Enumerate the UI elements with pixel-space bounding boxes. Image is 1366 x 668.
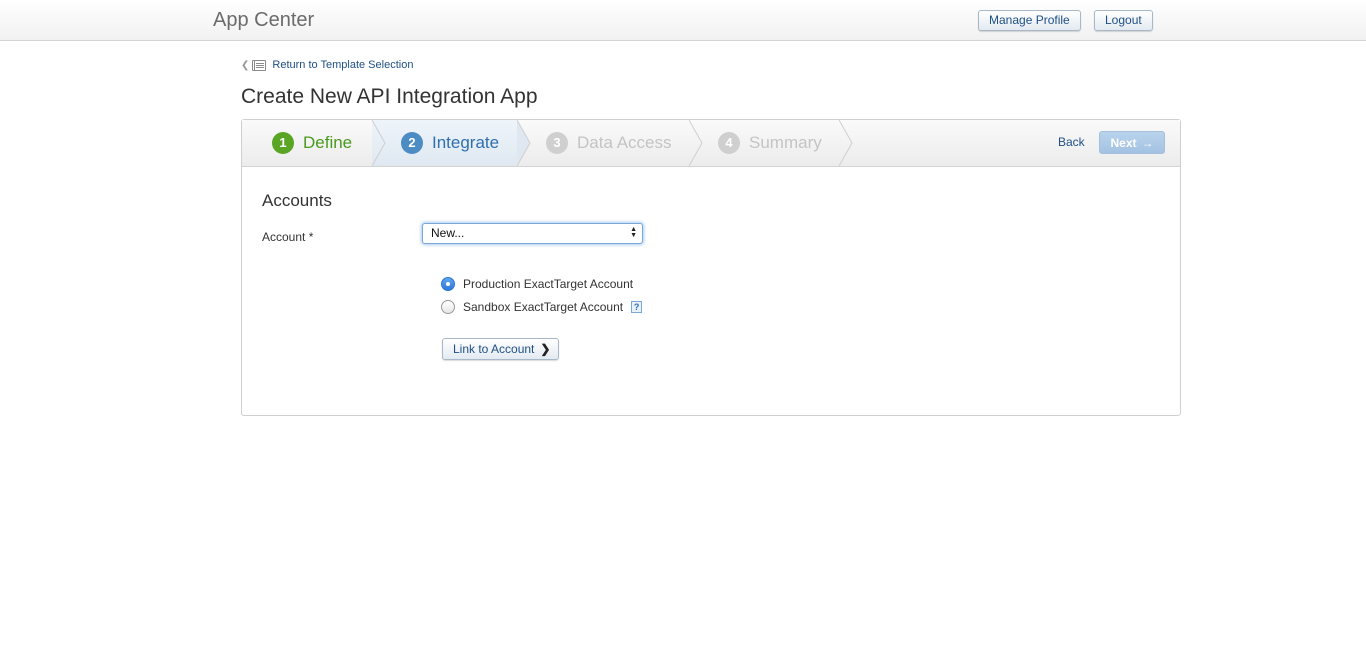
step-separator-icon	[517, 120, 531, 166]
app-title: App Center	[213, 9, 315, 31]
page-title: Create New API Integration App	[241, 85, 538, 108]
step-separator-icon	[372, 120, 386, 166]
step-label: Data Access	[577, 133, 672, 152]
radio-production-account[interactable]: Production ExactTarget Account	[441, 275, 633, 293]
radio-sandbox-account[interactable]: Sandbox ExactTarget Account ?	[441, 298, 643, 316]
step-separator-icon	[839, 120, 853, 166]
return-link-label[interactable]: Return to Template Selection	[272, 59, 413, 71]
help-icon[interactable]: ?	[631, 301, 643, 313]
account-select-value: New...	[431, 226, 465, 240]
next-button-label: Next	[1110, 135, 1137, 150]
step-label: Define	[303, 133, 353, 152]
account-select[interactable]: New... ▲ ▼	[422, 223, 643, 244]
step-integrate[interactable]: 2 Integrate	[401, 120, 499, 166]
return-to-template-selection-link[interactable]: ❮ Return to Template Selection	[241, 58, 413, 72]
step-label: Summary	[749, 133, 822, 152]
step-label: Integrate	[432, 133, 500, 152]
step-separator-icon	[689, 120, 703, 166]
wizard-steps-bar: 1 Define 2 Integrate 3 Data Access 4 Sum…	[242, 120, 1180, 167]
arrow-right-icon: →	[1141, 135, 1154, 150]
logout-button[interactable]: Logout	[1094, 10, 1153, 31]
list-icon	[252, 59, 267, 71]
step-number-badge: 2	[401, 132, 423, 154]
step-number-badge: 4	[718, 132, 740, 154]
next-button[interactable]: Next →	[1099, 131, 1165, 154]
step-data-access[interactable]: 3 Data Access	[546, 120, 672, 166]
step-number-badge: 1	[272, 132, 294, 154]
radio-button-checked[interactable]	[441, 277, 455, 291]
manage-profile-button[interactable]: Manage Profile	[978, 10, 1081, 31]
accounts-section-title: Accounts	[262, 191, 332, 210]
step-define[interactable]: 1 Define	[272, 120, 352, 166]
link-to-account-button[interactable]: Link to Account ❯	[442, 338, 560, 360]
link-to-account-label: Link to Account	[453, 342, 535, 356]
radio-button-unchecked[interactable]	[441, 300, 455, 314]
chevron-right-icon: ❯	[540, 342, 551, 356]
chevron-left-icon: ❮	[241, 59, 250, 71]
step-summary[interactable]: 4 Summary	[718, 120, 822, 166]
select-arrows-icon: ▲ ▼	[630, 226, 637, 239]
back-link[interactable]: Back	[1058, 135, 1085, 149]
top-bar: App Center Manage Profile Logout	[0, 0, 1366, 41]
step-number-badge: 3	[546, 132, 568, 154]
account-field-label: Account *	[262, 230, 314, 244]
radio-label: Sandbox ExactTarget Account	[463, 300, 624, 314]
wizard-panel: 1 Define 2 Integrate 3 Data Access 4 Sum…	[241, 119, 1181, 416]
radio-label: Production ExactTarget Account	[463, 277, 634, 291]
